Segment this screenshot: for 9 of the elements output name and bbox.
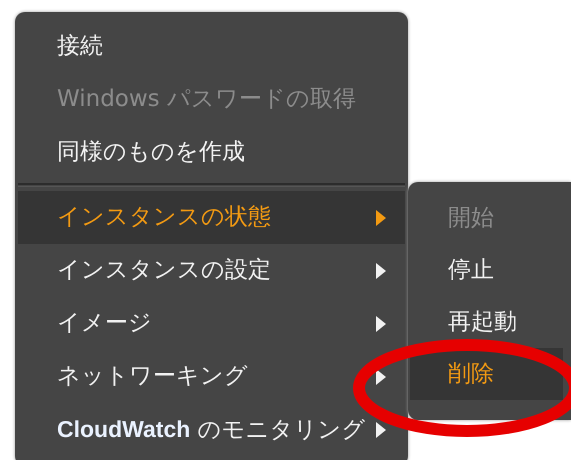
menu-item[interactable]: インスタンスの状態 <box>18 191 405 244</box>
menu-item[interactable]: 同様のものを作成 <box>18 126 405 179</box>
menu-item[interactable]: 再起動 <box>410 296 563 348</box>
menu-item[interactable]: イメージ <box>18 297 405 350</box>
menu-item[interactable]: ネットワーキング <box>18 350 405 403</box>
menu-item[interactable]: インスタンスの設定 <box>18 244 405 297</box>
menu-item[interactable]: 停止 <box>410 244 563 296</box>
menu-item[interactable]: CloudWatch のモニタリング <box>18 403 405 456</box>
menu-item[interactable]: 接続 <box>18 20 405 73</box>
